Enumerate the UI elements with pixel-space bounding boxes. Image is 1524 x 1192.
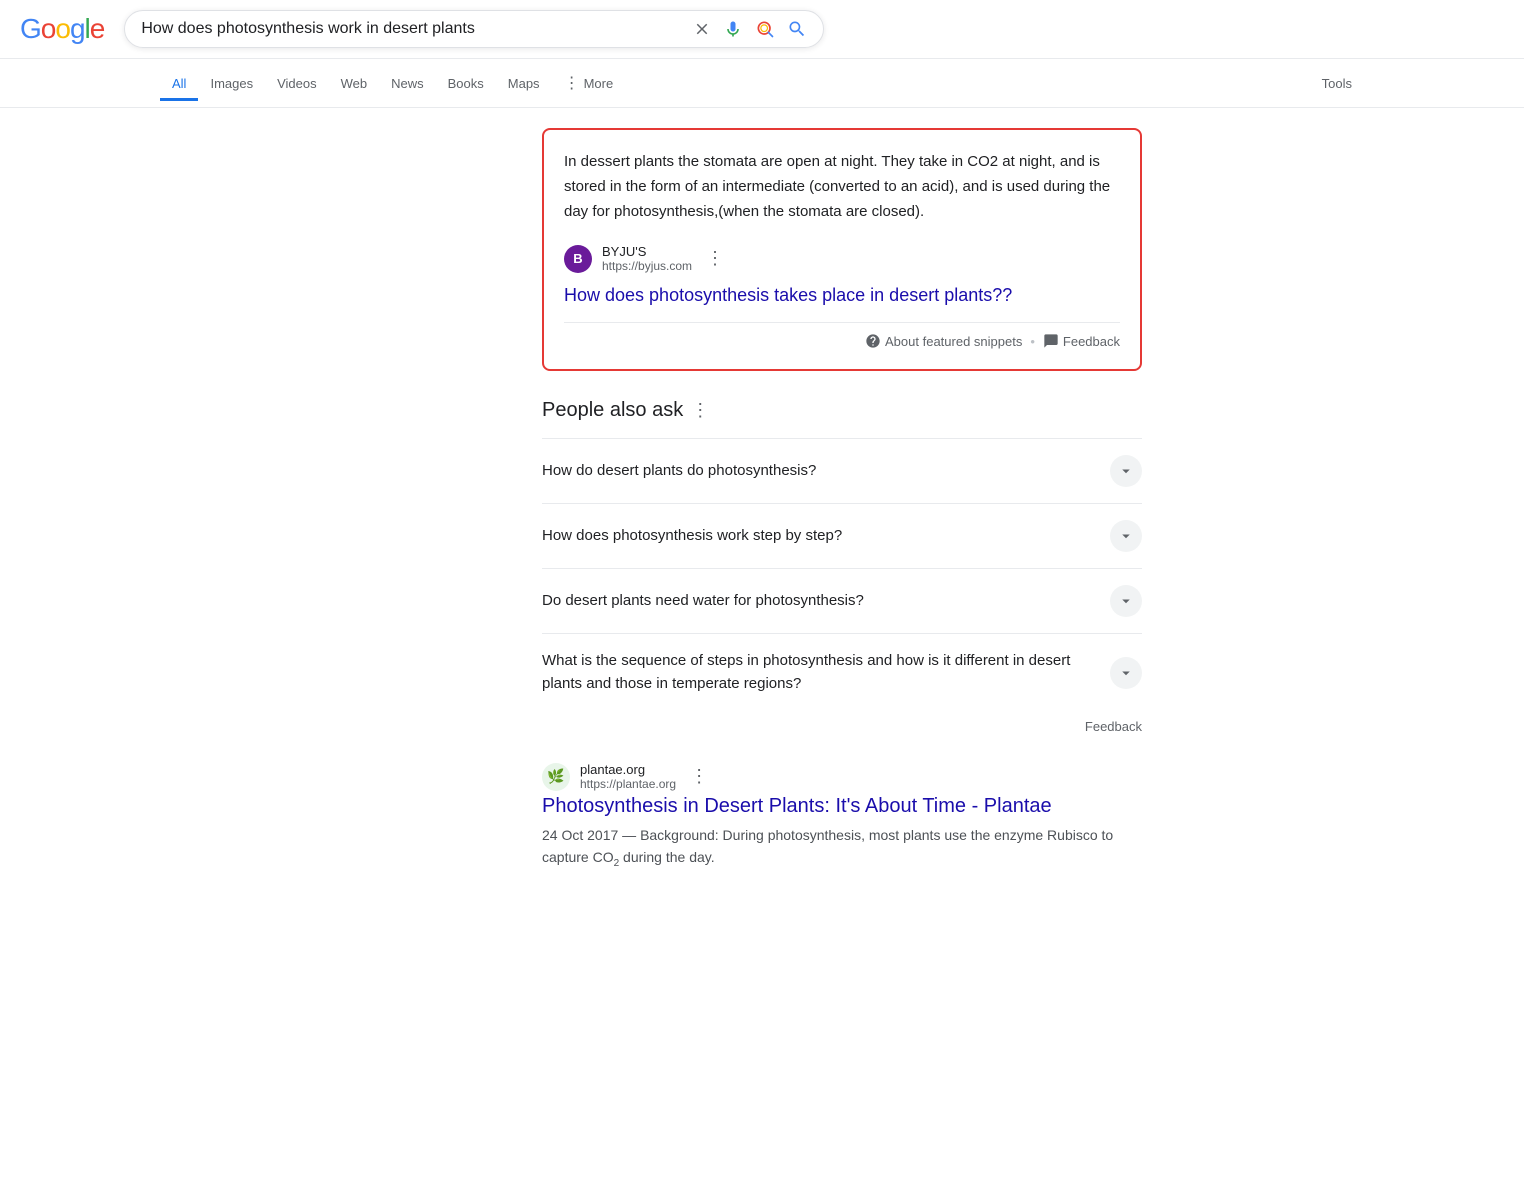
nav-item-maps[interactable]: Maps xyxy=(496,66,552,101)
result-source-info: plantae.org https://plantae.org xyxy=(580,762,676,791)
nav-item-more[interactable]: ⋮ More xyxy=(552,63,626,103)
logo-letter-g: G xyxy=(20,13,41,44)
about-snippets-link[interactable]: About featured snippets xyxy=(865,333,1022,349)
lens-icon xyxy=(755,19,775,39)
result-desc-end: during the day. xyxy=(619,849,714,865)
search-bar xyxy=(124,10,824,48)
paa-item-4[interactable]: What is the sequence of steps in photosy… xyxy=(542,633,1142,711)
paa-expand-icon-2 xyxy=(1110,520,1142,552)
search-input[interactable] xyxy=(141,20,685,38)
result-date: 24 Oct 2017 xyxy=(542,827,618,843)
source-url: https://byjus.com xyxy=(602,259,692,273)
question-icon xyxy=(865,333,881,349)
nav-item-images[interactable]: Images xyxy=(198,66,265,101)
result-source-url: https://plantae.org xyxy=(580,777,676,791)
voice-search-button[interactable] xyxy=(723,19,743,39)
result-favicon: 🌿 xyxy=(542,763,570,791)
nav-item-news[interactable]: News xyxy=(379,66,436,101)
search-icon xyxy=(787,19,807,39)
header: Google xyxy=(0,0,1524,59)
close-icon xyxy=(693,20,711,38)
paa-expand-icon-1 xyxy=(1110,455,1142,487)
logo-letter-o1: o xyxy=(41,13,56,44)
source-options-button[interactable]: ⋮ xyxy=(706,248,724,269)
snippet-footer: About featured snippets • Feedback xyxy=(564,322,1120,349)
clear-search-button[interactable] xyxy=(693,20,711,38)
paa-expand-icon-4 xyxy=(1110,657,1142,689)
nav-item-all[interactable]: All xyxy=(160,66,198,101)
separator: • xyxy=(1030,334,1035,349)
featured-snippet: In dessert plants the stomata are open a… xyxy=(542,128,1142,371)
snippet-feedback-label: Feedback xyxy=(1063,334,1120,349)
logo-letter-g2: g xyxy=(70,13,85,44)
about-snippets-label: About featured snippets xyxy=(885,334,1022,349)
search-icon-group xyxy=(693,19,807,39)
more-label: More xyxy=(584,76,614,91)
result-title-link[interactable]: Photosynthesis in Desert Plants: It's Ab… xyxy=(542,795,1142,818)
logo-letter-o2: o xyxy=(55,13,70,44)
main-content: In dessert plants the stomata are open a… xyxy=(382,108,1142,892)
logo-letter-e: e xyxy=(90,13,105,44)
snippet-source: B BYJU'S https://byjus.com ⋮ xyxy=(564,244,1120,273)
people-also-ask-section: People also ask ⋮ How do desert plants d… xyxy=(542,399,1142,734)
search-nav: All Images Videos Web News Books Maps ⋮ … xyxy=(0,59,1524,108)
result-source-name: plantae.org xyxy=(580,762,676,777)
paa-item-3[interactable]: Do desert plants need water for photosyn… xyxy=(542,568,1142,633)
result-description: 24 Oct 2017 — Background: During photosy… xyxy=(542,824,1142,872)
google-logo: Google xyxy=(20,13,104,45)
snippet-feedback-button[interactable]: Feedback xyxy=(1043,333,1120,349)
lens-search-button[interactable] xyxy=(755,19,775,39)
paa-heading: People also ask xyxy=(542,399,683,422)
result-options-button[interactable]: ⋮ xyxy=(690,766,708,787)
source-name: BYJU'S xyxy=(602,244,692,259)
paa-question-2: How does photosynthesis work step by ste… xyxy=(542,525,1110,548)
microphone-icon xyxy=(723,19,743,39)
snippet-link[interactable]: How does photosynthesis takes place in d… xyxy=(564,285,1120,306)
snippet-text: In dessert plants the stomata are open a… xyxy=(564,150,1120,224)
more-dots-icon: ⋮ xyxy=(564,73,580,93)
nav-item-videos[interactable]: Videos xyxy=(265,66,329,101)
search-submit-button[interactable] xyxy=(787,19,807,39)
paa-options-button[interactable]: ⋮ xyxy=(691,400,709,421)
search-result-plantae: 🌿 plantae.org https://plantae.org ⋮ Phot… xyxy=(542,762,1142,872)
result-desc-separator: — xyxy=(622,827,640,843)
paa-question-3: Do desert plants need water for photosyn… xyxy=(542,590,1110,613)
paa-question-4: What is the sequence of steps in photosy… xyxy=(542,650,1110,695)
result-source-row: 🌿 plantae.org https://plantae.org ⋮ xyxy=(542,762,1142,791)
paa-item-2[interactable]: How does photosynthesis work step by ste… xyxy=(542,503,1142,568)
nav-tools-button[interactable]: Tools xyxy=(1310,66,1364,101)
source-favicon: B xyxy=(564,245,592,273)
source-info: BYJU'S https://byjus.com xyxy=(602,244,692,273)
paa-header: People also ask ⋮ xyxy=(542,399,1142,422)
paa-question-1: How do desert plants do photosynthesis? xyxy=(542,460,1110,483)
nav-item-books[interactable]: Books xyxy=(436,66,496,101)
nav-item-web[interactable]: Web xyxy=(329,66,380,101)
feedback-icon xyxy=(1043,333,1059,349)
paa-item-1[interactable]: How do desert plants do photosynthesis? xyxy=(542,438,1142,503)
paa-expand-icon-3 xyxy=(1110,585,1142,617)
paa-feedback-button[interactable]: Feedback xyxy=(542,711,1142,734)
